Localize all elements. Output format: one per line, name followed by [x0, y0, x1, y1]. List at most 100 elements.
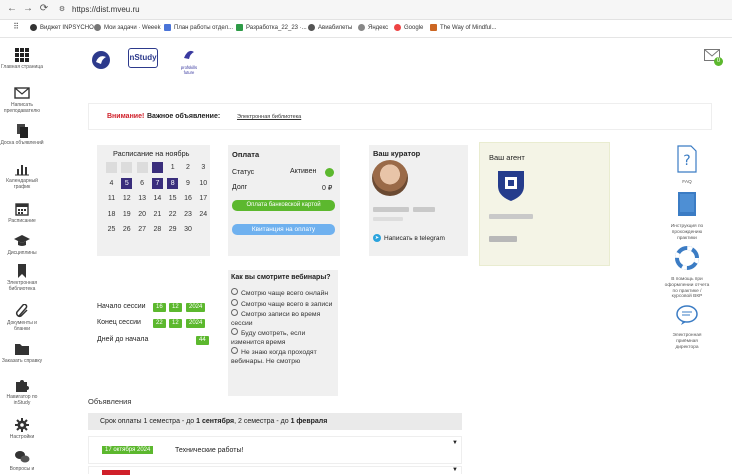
sidebar-item-label: Дисциплины	[7, 250, 37, 256]
puzzle-icon	[16, 380, 29, 392]
calendar-day[interactable]: 21	[152, 209, 163, 220]
bookmark[interactable]: The Way of Mindful...	[430, 24, 496, 31]
instudy-logo[interactable]: nStudy	[128, 48, 158, 68]
calendar-day[interactable]: 12	[121, 193, 132, 204]
calendar-day[interactable]: 22	[167, 209, 178, 220]
director-reception-link[interactable]: Электронная приёмная директора	[664, 304, 710, 350]
calendar-day[interactable]: 28	[152, 224, 163, 235]
calendar-day[interactable]: 17	[198, 193, 209, 204]
faq-link[interactable]: ? FAQ	[664, 145, 710, 186]
calendar-day[interactable]: 6	[137, 178, 148, 189]
apps-icon[interactable]: ⠿	[10, 22, 22, 31]
calendar-day[interactable]	[151, 162, 163, 173]
calendar-day[interactable]: 16	[183, 193, 194, 204]
sidebar-item-schedule[interactable]: Расписание	[0, 202, 44, 224]
poll-title: Как вы смотрите вебинары?	[231, 274, 331, 281]
calendar-day[interactable]: 5	[121, 177, 133, 189]
chevron-down-icon[interactable]: ▼	[452, 467, 458, 473]
deadline-date-2: 1 февраля	[290, 418, 328, 425]
university-logo[interactable]	[90, 50, 112, 70]
calendar-day[interactable]: 10	[198, 178, 209, 189]
poll-option[interactable]: Смотрю записи во время сессии	[231, 309, 335, 328]
sidebar-item-settings[interactable]: Настройки	[0, 418, 44, 440]
bookmark[interactable]: Яндекс	[358, 24, 388, 31]
reload-icon[interactable]: ⟳	[38, 3, 50, 14]
calendar-day[interactable]: 7	[151, 177, 163, 189]
practice-instructions-link[interactable]: Инструкция по прохождению практики	[664, 191, 710, 241]
announcement-item[interactable]: ▼	[88, 466, 462, 475]
calendar-day[interactable]: 1	[167, 162, 178, 173]
browser-toolbar: ← → ⟳ ⚙ https://dist.mveu.ru	[0, 0, 732, 20]
sidebar-item-disciplines[interactable]: Дисциплины	[0, 234, 44, 256]
sidebar-item-order-certificate[interactable]: Заказать справку	[0, 342, 44, 364]
report-help-link[interactable]: В помощь при оформлении отчета по практи…	[664, 246, 710, 300]
calendar-day[interactable]: 9	[183, 178, 194, 189]
calendar-day[interactable]: 26	[121, 224, 132, 235]
telegram-link[interactable]: ➤ Написать в telegram	[373, 234, 445, 242]
agent-contact-redacted	[489, 236, 517, 242]
sidebar-item-library[interactable]: Электронная библиотека	[0, 264, 44, 292]
calendar-day[interactable]	[121, 162, 133, 173]
calendar-day[interactable]: 14	[152, 193, 163, 204]
pay-by-card-button[interactable]: Оплата банковской картой	[232, 200, 335, 211]
sidebar-item-questions[interactable]: Вопросы и	[0, 450, 44, 472]
calendar-day[interactable]: 30	[183, 224, 194, 235]
calendar-day[interactable]: 8	[167, 177, 179, 189]
chevron-down-icon[interactable]: ▼	[452, 440, 458, 446]
calendar-day[interactable]: 18	[106, 209, 117, 220]
calendar-day[interactable]: 15	[167, 193, 178, 204]
payment-receipt-button[interactable]: Квитанция на оплату	[232, 224, 335, 235]
poll-option[interactable]: Смотрю чаще всего онлайн	[231, 288, 335, 299]
sidebar-item-documents[interactable]: Документы и бланки	[0, 304, 44, 332]
bookmark[interactable]: Google	[394, 24, 423, 31]
deadline-text: , 2 семестра - до	[234, 418, 291, 425]
profskills-logo[interactable]: profskills future	[176, 47, 202, 75]
chart-icon	[15, 165, 29, 176]
bookmark[interactable]: Разработка_22_23 ·...	[236, 24, 307, 31]
sidebar-item-write-teacher[interactable]: Написать преподавателю	[0, 86, 44, 114]
sidebar-item-navigator[interactable]: Навигатор по inStudy	[0, 378, 44, 406]
calendar-day[interactable]: 23	[183, 209, 194, 220]
speech-icon	[676, 305, 698, 325]
calendar-day[interactable]: 20	[137, 209, 148, 220]
calendar-day[interactable]: 13	[137, 193, 148, 204]
bookmark[interactable]: План работы отдел...	[164, 24, 233, 31]
poll-option[interactable]: Смотрю чаще всего в записи	[231, 299, 335, 310]
calendar-day[interactable]: 11	[106, 193, 117, 204]
calendar-day[interactable]	[136, 162, 148, 173]
sidebar-item-home[interactable]: Главная страница	[0, 48, 44, 70]
calendar-day[interactable]: 24	[198, 209, 209, 220]
deadline-date-1: 1 сентября	[196, 418, 235, 425]
mail-button[interactable]: 0	[704, 48, 723, 66]
bookmark[interactable]: Мои задачи · Weeek	[94, 24, 161, 31]
session-end-day: 22	[153, 319, 166, 328]
calendar-day[interactable]: 27	[137, 224, 148, 235]
schedule-title: Расписание на ноябрь	[113, 149, 190, 158]
grid-icon	[15, 48, 29, 62]
announcement-heading: Важное объявление:	[147, 113, 221, 120]
bookmark[interactable]: Виджет INPSYCHO	[30, 24, 94, 31]
sidebar-item-board[interactable]: Доска объявлений	[0, 124, 44, 146]
forward-icon[interactable]: →	[22, 3, 34, 14]
calendar-day[interactable]: 3	[198, 162, 209, 173]
bookmark[interactable]: Авиабилеты	[308, 24, 352, 31]
calendar-day[interactable]: 19	[121, 209, 132, 220]
library-link[interactable]: Электронная библиотека	[237, 114, 301, 120]
calendar-day[interactable]: 25	[106, 224, 117, 235]
poll-option[interactable]: Не знаю когда проходят вебинары. Не смот…	[231, 347, 335, 366]
calendar-day[interactable]	[106, 162, 117, 173]
calendar-icon	[15, 203, 29, 216]
curator-avatar[interactable]	[372, 160, 408, 196]
announcement-attention: Внимание!	[107, 113, 145, 120]
status-value: Активен	[290, 168, 317, 175]
announcement-item[interactable]: 17 октября 2024 Технические работы! ▼	[88, 436, 462, 464]
site-info-icon[interactable]: ⚙	[56, 5, 68, 13]
sidebar-item-calendar-chart[interactable]: Календарный график	[0, 162, 44, 190]
calendar-day[interactable]: 4	[106, 178, 117, 189]
poll-option[interactable]: Буду смотреть, если изменится время	[231, 328, 335, 347]
calendar-day[interactable]: 29	[167, 224, 178, 235]
calendar-day[interactable]: 2	[183, 162, 194, 173]
back-icon[interactable]: ←	[6, 3, 18, 14]
address-bar[interactable]: https://dist.mveu.ru	[72, 3, 712, 17]
status-indicator-icon	[325, 168, 334, 177]
